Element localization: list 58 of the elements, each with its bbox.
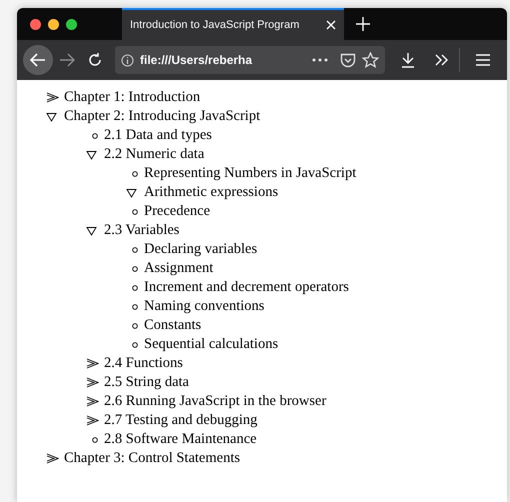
bullet-icon <box>132 208 138 214</box>
minimize-button[interactable] <box>48 18 59 30</box>
collapsed-triangle-icon[interactable] <box>86 377 99 388</box>
bullet-icon <box>132 284 138 290</box>
outline-item[interactable]: 2.4 Functions <box>104 355 183 372</box>
outline-item[interactable]: 2.7 Testing and debugging <box>104 412 258 429</box>
outline-item[interactable]: Representing Numbers in JavaScript <box>144 165 356 182</box>
outline-item[interactable]: Declaring variables <box>144 241 258 258</box>
close-icon[interactable] <box>326 20 336 30</box>
outline-item[interactable]: 2.2 Numeric data <box>104 146 204 163</box>
star-icon[interactable] <box>362 52 379 68</box>
pocket-icon[interactable] <box>340 52 356 68</box>
outline-item[interactable]: Precedence <box>144 203 210 220</box>
back-button[interactable] <box>23 45 53 75</box>
outline-item[interactable]: 2.1 Data and types <box>104 127 212 144</box>
outline-item[interactable]: Chapter 2: Introducing JavaScript <box>64 108 260 125</box>
forward-icon[interactable] <box>59 53 75 67</box>
bullet-icon <box>132 266 138 272</box>
bullet-icon <box>132 322 138 328</box>
more-icon[interactable] <box>312 58 328 62</box>
outline-item[interactable]: Naming conventions <box>144 298 264 315</box>
outline-item[interactable]: 2.6 Running JavaScript in the browser <box>104 393 326 410</box>
collapsed-triangle-icon[interactable] <box>86 358 99 369</box>
close-button[interactable] <box>30 18 41 30</box>
download-icon[interactable] <box>401 52 415 68</box>
menu-icon[interactable] <box>476 54 490 66</box>
outline-item[interactable]: Chapter 1: Introduction <box>64 89 200 106</box>
collapsed-triangle-icon[interactable] <box>46 453 59 464</box>
expanded-triangle-icon[interactable] <box>46 112 57 122</box>
overflow-icon[interactable] <box>435 54 449 66</box>
outline-item[interactable]: Sequential calculations <box>144 336 278 353</box>
back-arrow-icon <box>30 53 46 67</box>
collapsed-triangle-icon[interactable] <box>86 415 99 426</box>
expanded-triangle-icon[interactable] <box>86 226 97 236</box>
bullet-icon <box>132 342 138 348</box>
outline-item[interactable]: Assignment <box>144 260 214 277</box>
outline-item[interactable]: 2.5 String data <box>104 374 189 391</box>
expanded-triangle-icon[interactable] <box>86 150 97 160</box>
reload-icon[interactable] <box>87 52 103 68</box>
bullet-icon <box>92 436 98 442</box>
outline-item[interactable]: 2.8 Software Maintenance <box>104 431 257 448</box>
zoom-button[interactable] <box>66 18 77 30</box>
outline-item[interactable]: Constants <box>144 317 202 334</box>
bullet-icon <box>132 304 138 310</box>
outline-item[interactable]: 2.3 Variables <box>104 222 180 239</box>
collapsed-triangle-icon[interactable] <box>86 396 99 407</box>
info-icon[interactable] <box>121 54 134 66</box>
expanded-triangle-icon[interactable] <box>126 188 137 198</box>
outline-item[interactable]: Arithmetic expressions <box>144 184 278 201</box>
browser-tab[interactable]: Introduction to JavaScript Program <box>122 8 344 40</box>
address-field[interactable]: file:///Users/reberha <box>115 46 385 74</box>
outline-item[interactable]: Increment and decrement operators <box>144 279 349 296</box>
bullet-icon <box>132 170 138 176</box>
collapsed-triangle-icon[interactable] <box>46 92 59 103</box>
outline-item[interactable]: Chapter 3: Control Statements <box>64 450 240 467</box>
bullet-icon <box>132 246 138 252</box>
bullet-icon <box>92 132 98 138</box>
new-tab-icon[interactable] <box>356 17 370 31</box>
